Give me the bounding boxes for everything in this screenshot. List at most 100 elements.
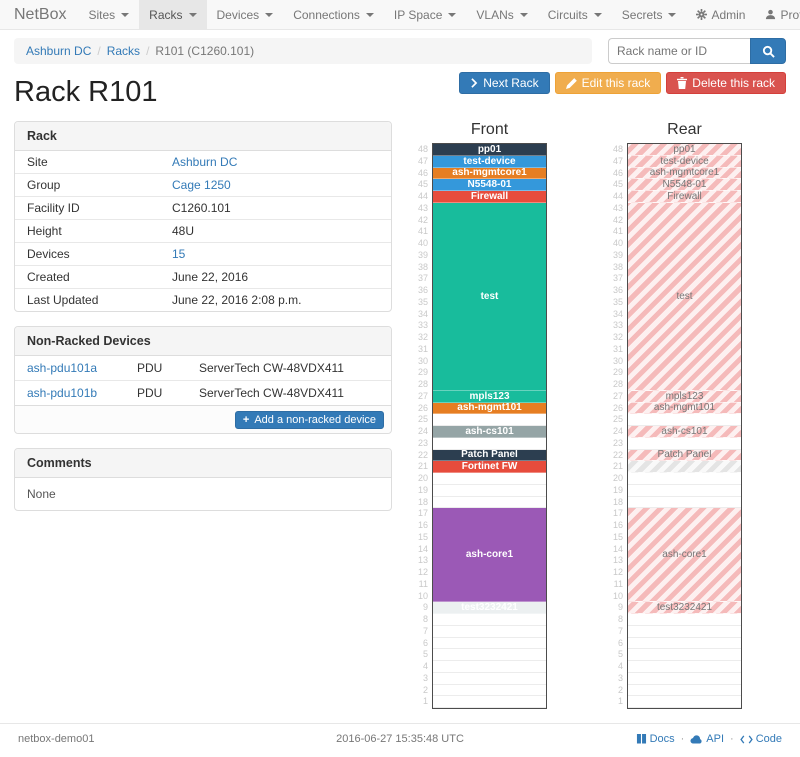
nav-item-devices[interactable]: Devices [207,0,284,29]
device-model: ServerTech CW-48VDX411 [187,381,391,406]
empty-unit [628,638,741,650]
rack-device-rear[interactable]: ash-cs101 [628,426,741,438]
rack-device-front[interactable]: test3232421 [433,602,546,614]
nav-item-racks[interactable]: Racks [139,0,206,29]
nav-item-admin[interactable]: Admin [686,0,755,29]
search-input[interactable] [608,38,750,64]
unit-number: 34 [603,309,623,321]
rack-device-front[interactable]: Firewall [433,191,546,203]
navbar: NetBox SitesRacks Devices Connections IP Sp… [0,0,800,30]
rack-device-front[interactable]: ash-cs101 [433,426,546,438]
rack-device-front[interactable]: ash-core1 [433,508,546,602]
rack-device-front[interactable]: N5548-01 [433,179,546,191]
unit-number: 41 [408,226,428,238]
rack-device-rear[interactable]: test3232421 [628,602,741,614]
breadcrumb-link[interactable]: Ashburn DC [26,44,91,58]
unit-number: 30 [603,356,623,368]
unit-number: 30 [408,356,428,368]
caret-down-icon [121,13,129,17]
caret-down-icon [520,13,528,17]
empty-unit [433,473,546,485]
unit-number: 48 [603,144,623,156]
rack-device-rear[interactable]: mpls123 [628,391,741,403]
nav-item-ip-space[interactable]: IP Space [384,0,466,29]
footer-link-docs[interactable]: Docs [636,733,675,745]
rack-device-front[interactable]: Fortinet FW [433,461,546,473]
unit-number: 28 [603,379,623,391]
unit-number: 2 [603,685,623,697]
cloud-icon [690,735,703,744]
nav-item-vlans[interactable]: VLANs [466,0,537,29]
rack-device-front[interactable]: test-device [433,156,546,168]
nonracked-device-row: ash-pdu101aPDUServerTech CW-48VDX411 [15,356,391,381]
rack-device-front[interactable]: mpls123 [433,391,546,403]
nav-item-label: Devices [217,0,260,30]
search-button[interactable] [750,38,786,64]
rack-device-front[interactable]: Patch Panel [433,450,546,462]
rack-device-rear[interactable] [628,461,741,473]
rack-device-front[interactable]: pp01 [433,144,546,156]
rack-device-front[interactable]: ash-mgmtcore1 [433,168,546,180]
unit-number: 25 [408,414,428,426]
unit-number: 23 [603,438,623,450]
breadcrumb-separator: / [146,44,149,58]
footer-link-api[interactable]: API [690,733,724,745]
rack-device-rear[interactable]: ash-core1 [628,508,741,602]
unit-number: 48 [408,144,428,156]
attr-value-link[interactable]: 15 [172,247,185,261]
device-type: PDU [125,381,187,406]
unit-number: 11 [603,579,623,591]
unit-number: 26 [408,403,428,415]
attr-label: Site [15,151,160,174]
footer-link-code[interactable]: Code [740,733,782,745]
nav-item-label: Connections [293,0,360,30]
empty-unit [433,438,546,450]
nav-item-connections[interactable]: Connections [283,0,384,29]
rack-device-front[interactable]: test [433,203,546,391]
edit-rack-button[interactable]: Edit this rack [555,72,662,94]
delete-rack-button[interactable]: Delete this rack [666,72,786,94]
unit-number: 13 [603,555,623,567]
unit-number: 9 [408,602,428,614]
footer-links: Docs·API·Code [543,733,782,745]
footer-link-label: API [706,733,724,745]
brand-logo[interactable]: NetBox [14,0,66,29]
attr-value-link[interactable]: Cage 1250 [172,178,231,192]
attr-value-link[interactable]: Ashburn DC [172,155,237,169]
rack-device-rear[interactable]: Patch Panel [628,450,741,462]
empty-unit [433,497,546,509]
empty-unit [628,696,741,708]
footer-separator: · [730,733,734,745]
rack-device-rear[interactable]: test [628,203,741,391]
next-rack-button[interactable]: Next Rack [459,72,549,94]
nav-item-sites[interactable]: Sites [78,0,139,29]
empty-unit [628,685,741,697]
attr-value: 48U [160,220,391,243]
code-icon [740,735,753,744]
breadcrumb-current: R101 (C1260.101) [155,44,254,58]
rack-device-rear[interactable]: test-device [628,156,741,168]
rack-search [608,38,786,64]
rack-device-front[interactable]: ash-mgmt101 [433,403,546,415]
unit-number: 27 [603,391,623,403]
device-link[interactable]: ash-pdu101a [27,361,97,375]
breadcrumb-link[interactable]: Racks [107,44,140,58]
action-buttons: Next Rack Edit this rack Delete this rac… [459,72,786,94]
unit-number: 39 [603,250,623,262]
attr-label: Devices [15,243,160,266]
rack-device-rear[interactable]: ash-mgmt101 [628,403,741,415]
unit-number: 17 [603,508,623,520]
nav-item-profile[interactable]: Profile [755,0,800,29]
add-nonracked-device-button[interactable]: + Add a non-racked device [235,411,384,429]
rack-device-rear[interactable]: Firewall [628,191,741,203]
nav-item-circuits[interactable]: Circuits [538,0,612,29]
empty-unit [628,649,741,661]
rack-device-rear[interactable]: pp01 [628,144,741,156]
unit-number: 5 [408,649,428,661]
rack-device-rear[interactable]: N5548-01 [628,179,741,191]
device-link[interactable]: ash-pdu101b [27,386,97,400]
nav-item-secrets[interactable]: Secrets [612,0,687,29]
rack-device-rear[interactable]: ash-mgmtcore1 [628,168,741,180]
unit-number: 40 [408,238,428,250]
rack-info-panel-title: Rack [15,122,391,151]
